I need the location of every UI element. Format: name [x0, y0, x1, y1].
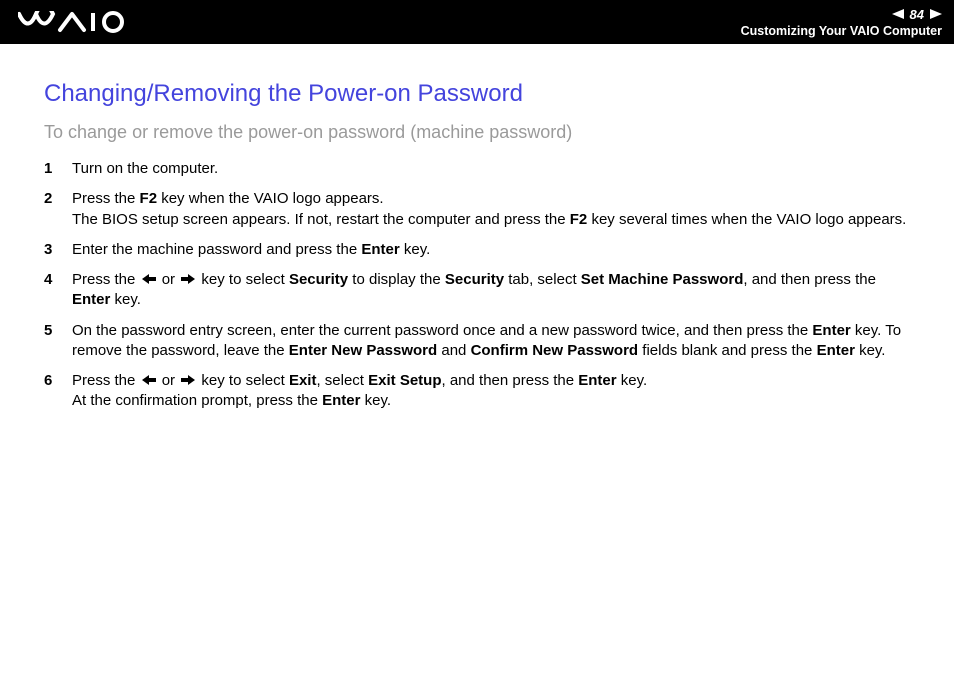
step-text: At the confirmation prompt, press the [72, 392, 322, 409]
step-text: and [437, 342, 470, 359]
prev-page-icon[interactable] [892, 9, 904, 19]
step-1: 1 Turn on the computer. [44, 159, 914, 179]
step-body: Turn on the computer. [72, 159, 914, 179]
bold-key: Enter New Password [289, 342, 437, 359]
step-body: Press the F2 key when the VAIO logo appe… [72, 189, 914, 230]
step-text: , and then press the [442, 372, 579, 389]
step-body: Press the or key to select Exit, select … [72, 371, 914, 412]
bold-key: F2 [140, 190, 158, 207]
steps-list: 1 Turn on the computer. 2 Press the F2 k… [44, 159, 914, 412]
step-text: key. [110, 291, 141, 308]
step-text: Enter the machine password and press the [72, 241, 361, 258]
bold-key: Enter [812, 322, 850, 339]
step-text: key. [855, 342, 886, 359]
step-text: Press the [72, 271, 140, 288]
bold-key: Exit Setup [368, 372, 441, 389]
left-arrow-icon [142, 371, 156, 391]
step-text: Press the [72, 372, 140, 389]
step-number: 1 [44, 159, 72, 179]
page-subtitle: To change or remove the power-on passwor… [44, 122, 914, 143]
left-arrow-icon [142, 270, 156, 290]
step-text: key to select [197, 372, 289, 389]
step-text: On the password entry screen, enter the … [72, 322, 812, 339]
vaio-logo [18, 11, 128, 33]
step-number: 2 [44, 189, 72, 209]
page-title: Changing/Removing the Power-on Password [44, 80, 914, 108]
content-area: Changing/Removing the Power-on Password … [0, 44, 954, 442]
step-3: 3 Enter the machine password and press t… [44, 240, 914, 260]
page-number: 84 [910, 7, 924, 22]
step-text: key to select [197, 271, 289, 288]
header-right: 84 Customizing Your VAIO Computer [741, 7, 942, 38]
pager: 84 [892, 7, 942, 22]
right-arrow-icon [181, 270, 195, 290]
step-text: key several times when the VAIO logo app… [587, 211, 906, 228]
vaio-logo-svg [18, 11, 128, 33]
step-body: Press the or key to select Security to d… [72, 270, 914, 311]
step-number: 6 [44, 371, 72, 391]
step-text: fields blank and press the [638, 342, 816, 359]
step-text: or [158, 372, 180, 389]
bold-key: Enter [322, 392, 360, 409]
step-text: key. [617, 372, 648, 389]
right-arrow-icon [181, 371, 195, 391]
step-text: , and then press the [743, 271, 876, 288]
step-text: or [158, 271, 180, 288]
step-5: 5 On the password entry screen, enter th… [44, 321, 914, 362]
bold-key: Exit [289, 372, 317, 389]
bold-key: Enter [361, 241, 399, 258]
step-text: to display the [348, 271, 445, 288]
step-number: 4 [44, 270, 72, 290]
bold-key: Enter [72, 291, 110, 308]
next-page-icon[interactable] [930, 9, 942, 19]
bold-key: Security [289, 271, 348, 288]
bold-key: F2 [570, 211, 588, 228]
step-text: The BIOS setup screen appears. If not, r… [72, 211, 570, 228]
bold-key: Confirm New Password [471, 342, 639, 359]
step-text: key. [400, 241, 431, 258]
step-text: key when the VAIO logo appears. [157, 190, 384, 207]
step-2: 2 Press the F2 key when the VAIO logo ap… [44, 189, 914, 230]
step-text: , select [316, 372, 368, 389]
bold-key: Enter [578, 372, 616, 389]
breadcrumb: Customizing Your VAIO Computer [741, 24, 942, 38]
bold-key: Security [445, 271, 504, 288]
bold-key: Enter [817, 342, 855, 359]
header-bar: 84 Customizing Your VAIO Computer [0, 0, 954, 44]
step-text: key. [360, 392, 391, 409]
bold-key: Set Machine Password [581, 271, 744, 288]
step-body: Enter the machine password and press the… [72, 240, 914, 260]
step-body: On the password entry screen, enter the … [72, 321, 914, 362]
step-number: 5 [44, 321, 72, 341]
step-4: 4 Press the or key to select Security to… [44, 270, 914, 311]
step-text: Press the [72, 190, 140, 207]
step-text: Turn on the computer. [72, 160, 218, 177]
step-number: 3 [44, 240, 72, 260]
step-6: 6 Press the or key to select Exit, selec… [44, 371, 914, 412]
step-text: tab, select [504, 271, 581, 288]
